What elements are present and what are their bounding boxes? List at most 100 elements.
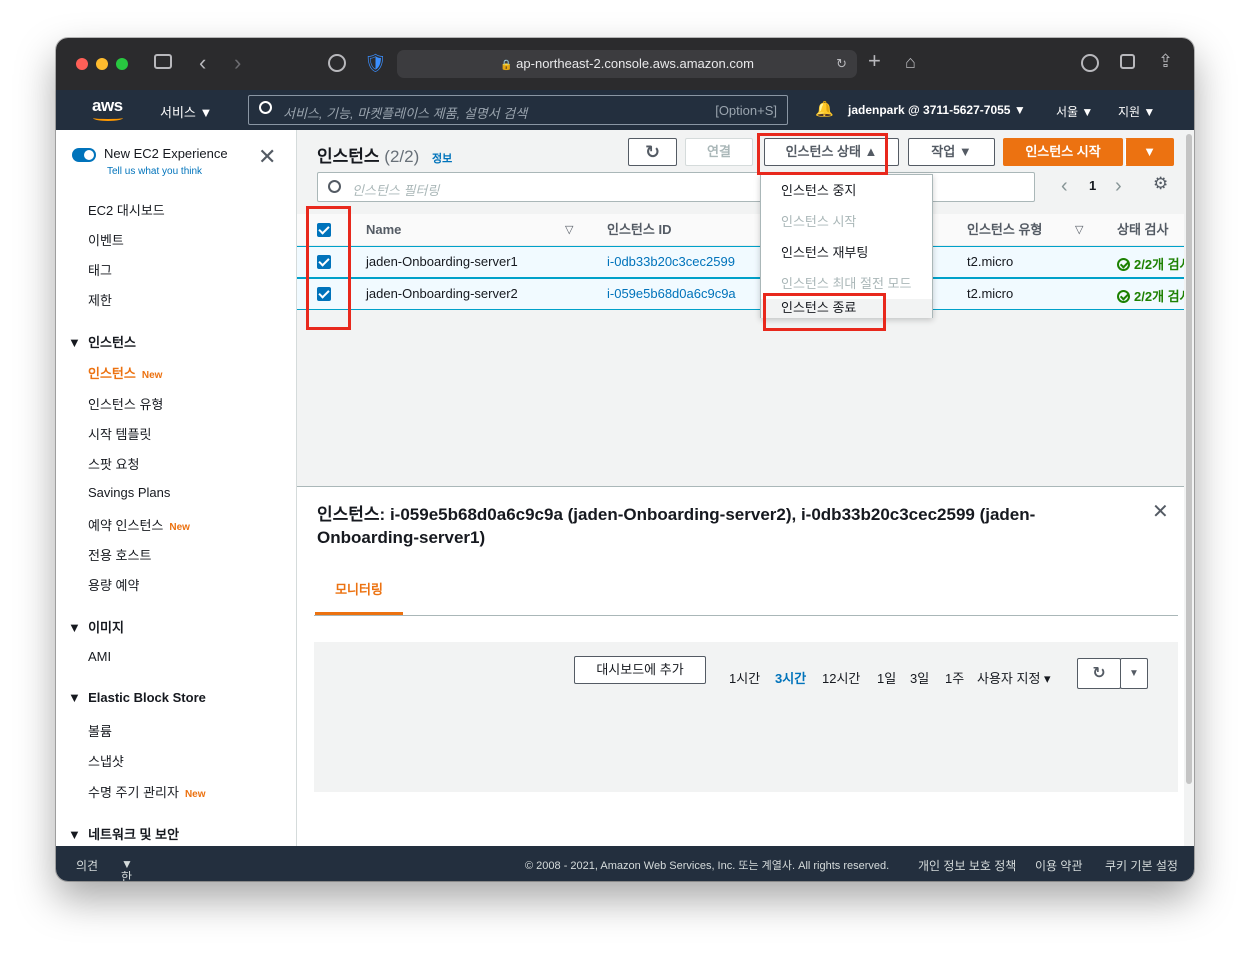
table-row[interactable]: jaden-Onboarding-server1 i-0db33b20c3cec… [297, 246, 1192, 278]
account-menu[interactable]: jadenpark @ 3711-5627-7055 ▼ [848, 103, 1026, 117]
column-header-instance-id[interactable]: 인스턴스 ID [607, 214, 671, 246]
aws-logo[interactable]: aws [92, 96, 123, 116]
privacy-shield-icon[interactable]: 🛡 [364, 53, 387, 73]
address-bar[interactable]: 🔒 ap-northeast-2.console.aws.amazon.com … [397, 50, 857, 78]
sidebar-item-reserved-instances[interactable]: 예약 인스턴스 New [88, 515, 190, 534]
sidebar-item-tags[interactable]: 태그 [88, 260, 112, 279]
sidebar-item-capacity-reservations[interactable]: 용량 예약 [88, 575, 139, 594]
sidebar-item-events[interactable]: 이벤트 [88, 230, 124, 249]
sort-icon[interactable]: ▽ [1075, 214, 1083, 246]
cookie-preferences-link[interactable]: 쿠키 기본 설정 [1105, 857, 1178, 874]
prev-page-icon[interactable]: ‹ [1061, 175, 1068, 198]
launch-dropdown-button[interactable]: ▼ [1125, 138, 1174, 166]
notifications-bell-icon[interactable]: 🔔 [815, 100, 834, 118]
range-3h[interactable]: 3시간 [775, 668, 806, 687]
sidebar-section-images[interactable]: ▼ 이미지 [68, 617, 124, 636]
feedback-link[interactable]: 의견 [76, 857, 98, 874]
sidebar-item-limits[interactable]: 제한 [88, 290, 112, 309]
launch-instance-button[interactable]: 인스턴스 시작 [1003, 138, 1123, 166]
check-circle-icon [1117, 290, 1130, 303]
refresh-interval-dropdown[interactable]: ▼ [1120, 658, 1148, 689]
column-header-status-check[interactable]: 상태 검사 [1117, 214, 1168, 246]
tab-divider [314, 615, 1178, 616]
ec2-sidebar: New EC2 Experience Tell us what you thin… [56, 130, 297, 846]
language-selector[interactable]: 한국어 ▼ [121, 857, 133, 881]
page-number[interactable]: 1 [1089, 178, 1096, 193]
sidebar-item-instance-types[interactable]: 인스턴스 유형 [88, 394, 163, 413]
range-3d[interactable]: 3일 [910, 668, 929, 687]
reload-icon[interactable]: ↻ [836, 50, 847, 78]
search-icon [328, 180, 341, 193]
minimize-window-button[interactable] [96, 58, 108, 70]
downloads-icon[interactable] [1081, 54, 1099, 72]
instance-type: t2.micro [967, 254, 1014, 269]
search-shortcut: [Option+S] [715, 103, 777, 118]
services-menu[interactable]: 서비스 ▼ [160, 102, 212, 121]
connect-button[interactable]: 연결 [685, 138, 753, 166]
instance-type: t2.micro [967, 286, 1014, 301]
support-menu[interactable]: 지원 ▼ [1118, 103, 1155, 120]
new-badge: New [184, 789, 206, 800]
aws-smile-icon [93, 115, 123, 121]
home-icon[interactable]: ⌂ [905, 52, 916, 72]
settings-gear-icon[interactable]: ⚙ [1153, 174, 1168, 194]
history-icon[interactable] [328, 54, 346, 72]
refresh-metrics-button[interactable]: ↻ [1077, 658, 1121, 689]
close-icon[interactable]: ✕ [258, 144, 276, 170]
tab-monitoring[interactable]: 모니터링 [315, 579, 403, 615]
sidebar-section-ebs[interactable]: ▼ Elastic Block Store [68, 690, 206, 705]
column-header-instance-type[interactable]: 인스턴스 유형 [967, 214, 1042, 246]
range-1h[interactable]: 1시간 [729, 668, 760, 687]
zoom-window-button[interactable] [116, 58, 128, 70]
menu-item-stop-instance[interactable]: 인스턴스 중지 [761, 175, 932, 206]
aws-top-nav: aws 서비스 ▼ 서비스, 기능, 마켓플레이스 제품, 설명서 검색 [Op… [56, 90, 1194, 130]
new-experience-toggle[interactable] [72, 148, 96, 162]
sidebar-item-dashboard[interactable]: EC2 대시보드 [88, 200, 165, 219]
add-to-dashboard-button[interactable]: 대시보드에 추가 [574, 656, 706, 684]
sidebar-toggle-icon[interactable] [154, 54, 172, 69]
sidebar-item-ami[interactable]: AMI [88, 649, 111, 664]
privacy-link[interactable]: 개인 정보 보호 정책 [918, 857, 1016, 874]
instance-id-link[interactable]: i-059e5b68d0a6c9c9a [607, 286, 736, 301]
scrollbar-thumb[interactable] [1186, 134, 1192, 784]
share-icon[interactable]: ⇪ [1158, 51, 1173, 71]
menu-item-start-instance[interactable]: 인스턴스 시작 [761, 206, 932, 237]
sidebar-item-launch-templates[interactable]: 시작 템플릿 [88, 424, 151, 443]
sidebar-item-dedicated-hosts[interactable]: 전용 호스트 [88, 545, 151, 564]
close-icon[interactable]: ✕ [1152, 499, 1169, 524]
range-1d[interactable]: 1일 [877, 668, 896, 687]
sidebar-item-volumes[interactable]: 볼륨 [88, 721, 112, 740]
feedback-link[interactable]: Tell us what you think [107, 166, 202, 177]
terms-link[interactable]: 이용 약관 [1035, 857, 1083, 874]
sidebar-section-instances[interactable]: ▼ 인스턴스 [68, 332, 136, 351]
close-window-button[interactable] [76, 58, 88, 70]
instance-id-link[interactable]: i-0db33b20c3cec2599 [607, 254, 735, 269]
global-search-input[interactable]: 서비스, 기능, 마켓플레이스 제품, 설명서 검색 [Option+S] [248, 95, 788, 125]
back-icon[interactable]: ‹ [199, 52, 206, 74]
menu-item-reboot-instance[interactable]: 인스턴스 재부팅 [761, 237, 932, 268]
table-row[interactable]: jaden-Onboarding-server2 i-059e5b68d0a6c… [297, 278, 1192, 310]
instance-name: jaden-Onboarding-server1 [366, 254, 518, 269]
range-12h[interactable]: 12시간 [822, 668, 860, 687]
refresh-button[interactable]: ↻ [628, 138, 677, 166]
new-badge: New [141, 370, 163, 381]
region-menu[interactable]: 서울 ▼ [1056, 103, 1093, 120]
actions-button[interactable]: 작업 ▼ [908, 138, 995, 166]
forward-icon[interactable]: › [234, 52, 241, 74]
range-1w[interactable]: 1주 [945, 668, 964, 687]
sidebar-item-savings-plans[interactable]: Savings Plans [88, 485, 170, 500]
sidebar-section-network[interactable]: ▼ 네트워크 및 보안 [68, 824, 179, 843]
status-check: 2/2개 검사 [1117, 286, 1192, 305]
new-tab-icon[interactable]: + [868, 50, 881, 72]
sidebar-item-snapshots[interactable]: 스냅샷 [88, 751, 124, 770]
sidebar-item-lifecycle-manager[interactable]: 수명 주기 관리자 New [88, 782, 206, 801]
vertical-scrollbar[interactable] [1184, 130, 1194, 846]
next-page-icon[interactable]: › [1115, 175, 1122, 198]
column-header-name[interactable]: Name [366, 214, 401, 246]
info-link[interactable]: 정보 [432, 153, 452, 165]
sidebar-item-spot-requests[interactable]: 스팟 요청 [88, 454, 139, 473]
range-custom[interactable]: 사용자 지정 ▾ [977, 668, 1051, 687]
sidebar-item-instances[interactable]: 인스턴스 New [88, 363, 162, 382]
tabs-overview-icon[interactable] [1120, 54, 1135, 69]
sort-icon[interactable]: ▽ [565, 214, 573, 246]
